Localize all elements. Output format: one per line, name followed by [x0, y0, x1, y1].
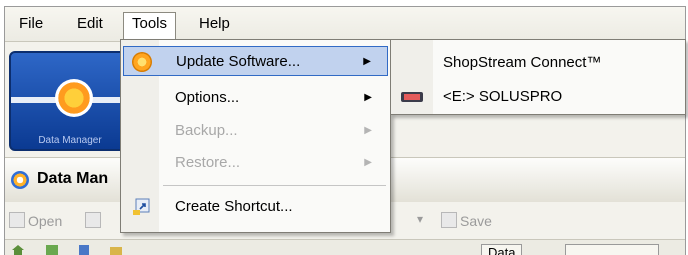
dropdown-arrow-icon[interactable]: ▾ [417, 212, 423, 226]
bottom-toolbar: Data [5, 239, 685, 255]
open-icon [9, 212, 25, 228]
submenu-arrow-icon: ▶ [364, 157, 372, 168]
submenu-gutter [391, 40, 433, 114]
menu-item-label: Backup... [175, 122, 238, 139]
grid-icon[interactable] [45, 244, 59, 255]
menu-item-restore: Restore... ▶ [123, 148, 388, 178]
open-label: Open [28, 213, 63, 229]
submenu-item-solus-pro[interactable]: <E:> SOLUSPRO [443, 88, 562, 105]
data-manager-title: Data Man [37, 170, 109, 187]
home-icon[interactable] [11, 244, 25, 255]
data-tab-label: Data [488, 245, 516, 255]
menu-tools[interactable]: Tools [123, 12, 177, 42]
submenu-arrow-icon: ▶ [364, 92, 372, 103]
menu-item-update-software[interactable]: Update Software... ▶ [123, 46, 388, 76]
open-button[interactable]: Open [9, 212, 62, 229]
logo-icon [55, 79, 93, 117]
save-icon [441, 212, 457, 228]
app-logo-panel[interactable]: Data Manager [9, 51, 131, 151]
menu-item-label: Create Shortcut... [175, 198, 293, 215]
update-software-submenu: ShopStream Connect™ <E:> SOLUSPRO [390, 39, 686, 115]
submenu-arrow-icon: ▶ [363, 56, 371, 67]
logo-caption: Data Manager [38, 135, 102, 146]
toolbar-icon-2[interactable] [85, 212, 104, 229]
menu-bar: File Edit Tools Help [5, 7, 685, 42]
menu-item-options[interactable]: Options... ▶ [123, 83, 388, 113]
save-button[interactable]: Save [441, 212, 492, 229]
menu-item-label: Update Software... [176, 53, 301, 70]
data-tab-button[interactable]: Data [481, 244, 523, 255]
tab-button-2[interactable] [565, 244, 659, 255]
menu-edit[interactable]: Edit [69, 13, 111, 35]
menu-help[interactable]: Help [191, 13, 238, 35]
data-manager-icon [11, 171, 29, 189]
update-icon [132, 52, 152, 72]
usb-drive-icon [401, 92, 423, 102]
submenu-item-shopstream-connect[interactable]: ShopStream Connect™ [443, 54, 601, 71]
list-icon [85, 212, 101, 228]
folder-icon[interactable] [109, 244, 123, 255]
menu-item-create-shortcut[interactable]: Create Shortcut... [123, 192, 388, 222]
doc-icon[interactable] [77, 244, 91, 255]
menu-file[interactable]: File [11, 13, 51, 35]
submenu-arrow-icon: ▶ [364, 125, 372, 136]
save-label: Save [460, 213, 492, 229]
menu-separator [163, 185, 386, 186]
menu-item-label: Options... [175, 89, 240, 106]
shortcut-icon [133, 198, 150, 215]
menu-item-label: Restore... [175, 154, 241, 171]
menu-item-backup: Backup... ▶ [123, 116, 388, 146]
tools-menu: Update Software... ▶ Options... ▶ Backup… [120, 39, 391, 233]
